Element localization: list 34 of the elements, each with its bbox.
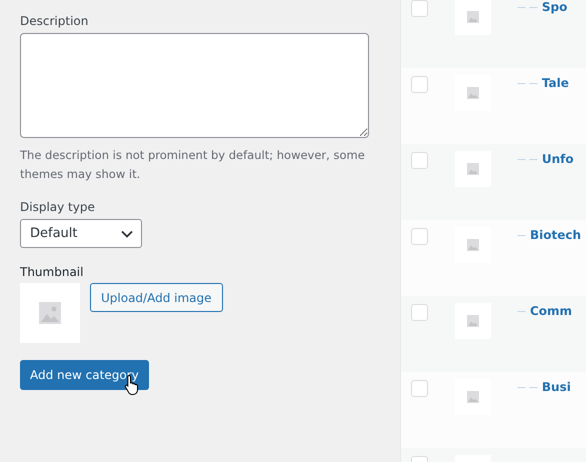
category-name-link[interactable]: Biotech xyxy=(530,227,582,243)
indent-dashes: — — xyxy=(517,2,538,15)
category-name-link[interactable]: Busi xyxy=(542,379,571,395)
image-placeholder-icon xyxy=(467,87,479,99)
image-placeholder-icon xyxy=(467,391,479,403)
indent-dashes: — xyxy=(517,230,526,243)
row-checkbox[interactable] xyxy=(411,228,428,245)
row-checkbox[interactable] xyxy=(411,76,428,93)
row-checkbox[interactable] xyxy=(411,0,428,17)
row-checkbox[interactable] xyxy=(411,304,428,321)
image-placeholder-icon xyxy=(467,315,479,327)
display-type-label: Display type xyxy=(20,199,96,216)
description-field[interactable] xyxy=(20,33,369,138)
indent-dashes: — — xyxy=(517,78,538,91)
description-label: Description xyxy=(20,13,90,30)
category-name-link[interactable]: Unfo xyxy=(542,151,574,167)
category-name-link[interactable]: Tale xyxy=(542,75,569,91)
row-checkbox[interactable] xyxy=(411,152,428,169)
image-placeholder-icon xyxy=(467,163,479,175)
image-placeholder-icon xyxy=(39,302,61,324)
indent-dashes: — xyxy=(517,306,526,319)
chevron-down-icon xyxy=(121,230,133,238)
row-checkbox[interactable] xyxy=(411,380,428,397)
image-placeholder-icon xyxy=(467,11,479,23)
category-name-link[interactable]: Comm xyxy=(530,303,572,319)
thumbnail-label: Thumbnail xyxy=(20,264,84,281)
description-help-text: The description is not prominent by default; however, some themes may show it. xyxy=(20,147,366,183)
add-category-button[interactable]: Add new category xyxy=(20,360,149,390)
category-name-link[interactable]: Spo xyxy=(542,0,568,15)
image-placeholder-icon xyxy=(467,239,479,251)
indent-dashes: — — xyxy=(517,154,538,167)
upload-image-button[interactable]: Upload/Add image xyxy=(90,283,223,312)
indent-dashes: — — xyxy=(517,382,538,395)
display-type-select[interactable]: Default xyxy=(20,219,142,248)
